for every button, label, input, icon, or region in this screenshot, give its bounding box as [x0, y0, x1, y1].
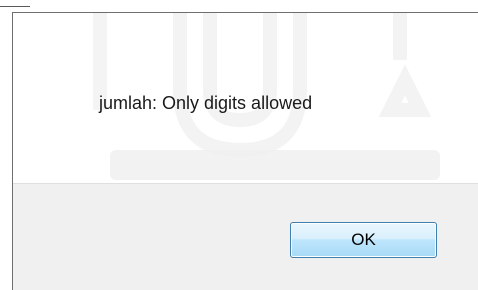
dialog-footer: OK: [13, 183, 478, 290]
message-area: jumlah: Only digits allowed: [13, 13, 478, 183]
edge-line: [0, 6, 30, 7]
ok-button[interactable]: OK: [290, 222, 437, 258]
alert-window: jumlah: Only digits allowed OK: [0, 0, 478, 290]
window-edge: [0, 0, 478, 12]
alert-dialog: jumlah: Only digits allowed OK: [12, 12, 478, 290]
alert-message: jumlah: Only digits allowed: [99, 93, 313, 113]
